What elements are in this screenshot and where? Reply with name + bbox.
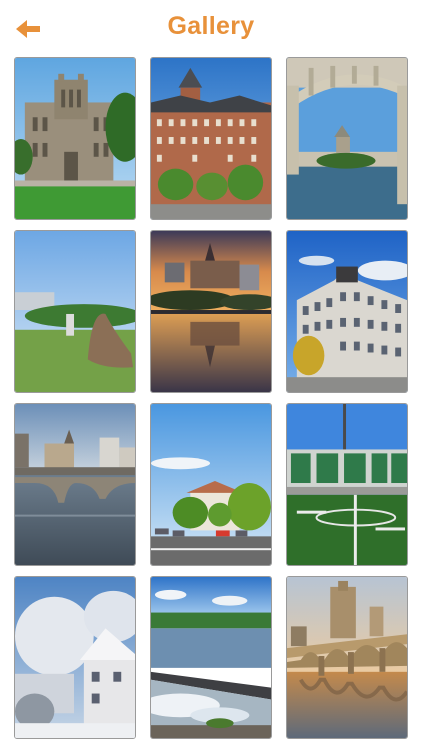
- photo-tile[interactable]: [286, 576, 408, 739]
- photo-tile[interactable]: [286, 57, 408, 220]
- photo-sculpture-park: [15, 231, 135, 392]
- photo-glass-building: [287, 231, 407, 392]
- photo-tile[interactable]: [150, 403, 272, 566]
- top-bar: Gallery: [0, 0, 422, 56]
- photo-university-building: [15, 58, 135, 219]
- photo-tile[interactable]: [150, 230, 272, 393]
- photo-bridge-sunset: [287, 577, 407, 738]
- photo-tile[interactable]: [14, 576, 136, 739]
- photo-tile[interactable]: [14, 403, 136, 566]
- photo-chateau-hotel: [151, 58, 271, 219]
- photo-tile[interactable]: [14, 230, 136, 393]
- photo-river-bridge: [15, 404, 135, 565]
- photo-grid: [14, 57, 408, 747]
- photo-river-weir: [151, 577, 271, 738]
- photo-tile[interactable]: [286, 230, 408, 393]
- photo-tile[interactable]: [286, 403, 408, 566]
- photo-tile[interactable]: [150, 576, 272, 739]
- photo-winter-houses: [15, 577, 135, 738]
- photo-sunset-reflection: [151, 231, 271, 392]
- photo-tile[interactable]: [150, 57, 272, 220]
- photo-street-trees: [151, 404, 271, 565]
- photo-bridge-arch: [287, 58, 407, 219]
- photo-stadium-field: [287, 404, 407, 565]
- page-title: Gallery: [167, 12, 255, 40]
- photo-tile[interactable]: [14, 57, 136, 220]
